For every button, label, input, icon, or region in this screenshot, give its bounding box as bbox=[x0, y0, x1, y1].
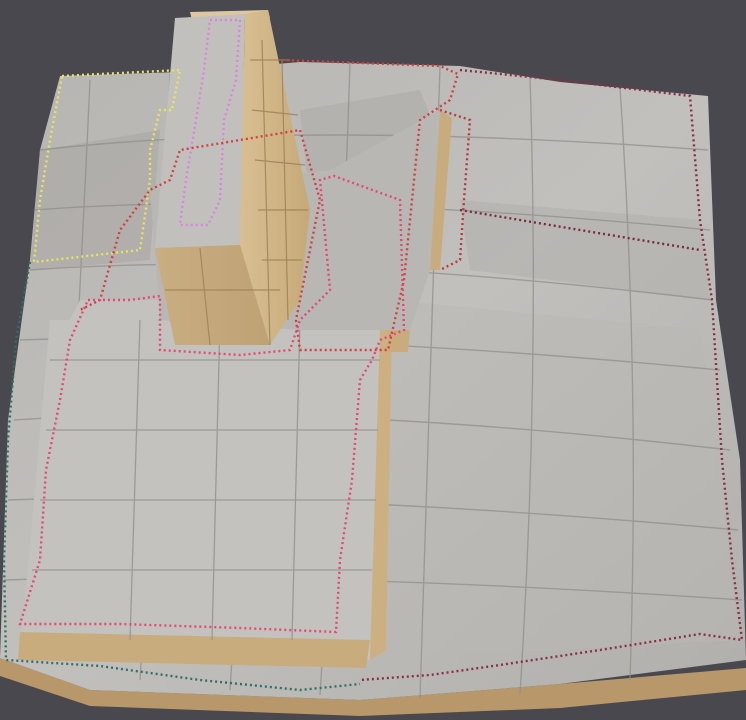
terrain-shadow-lower-right bbox=[370, 300, 740, 660]
plateau-top bbox=[20, 300, 392, 660]
terrain-scene bbox=[0, 0, 746, 720]
3d-viewport[interactable] bbox=[0, 0, 746, 720]
